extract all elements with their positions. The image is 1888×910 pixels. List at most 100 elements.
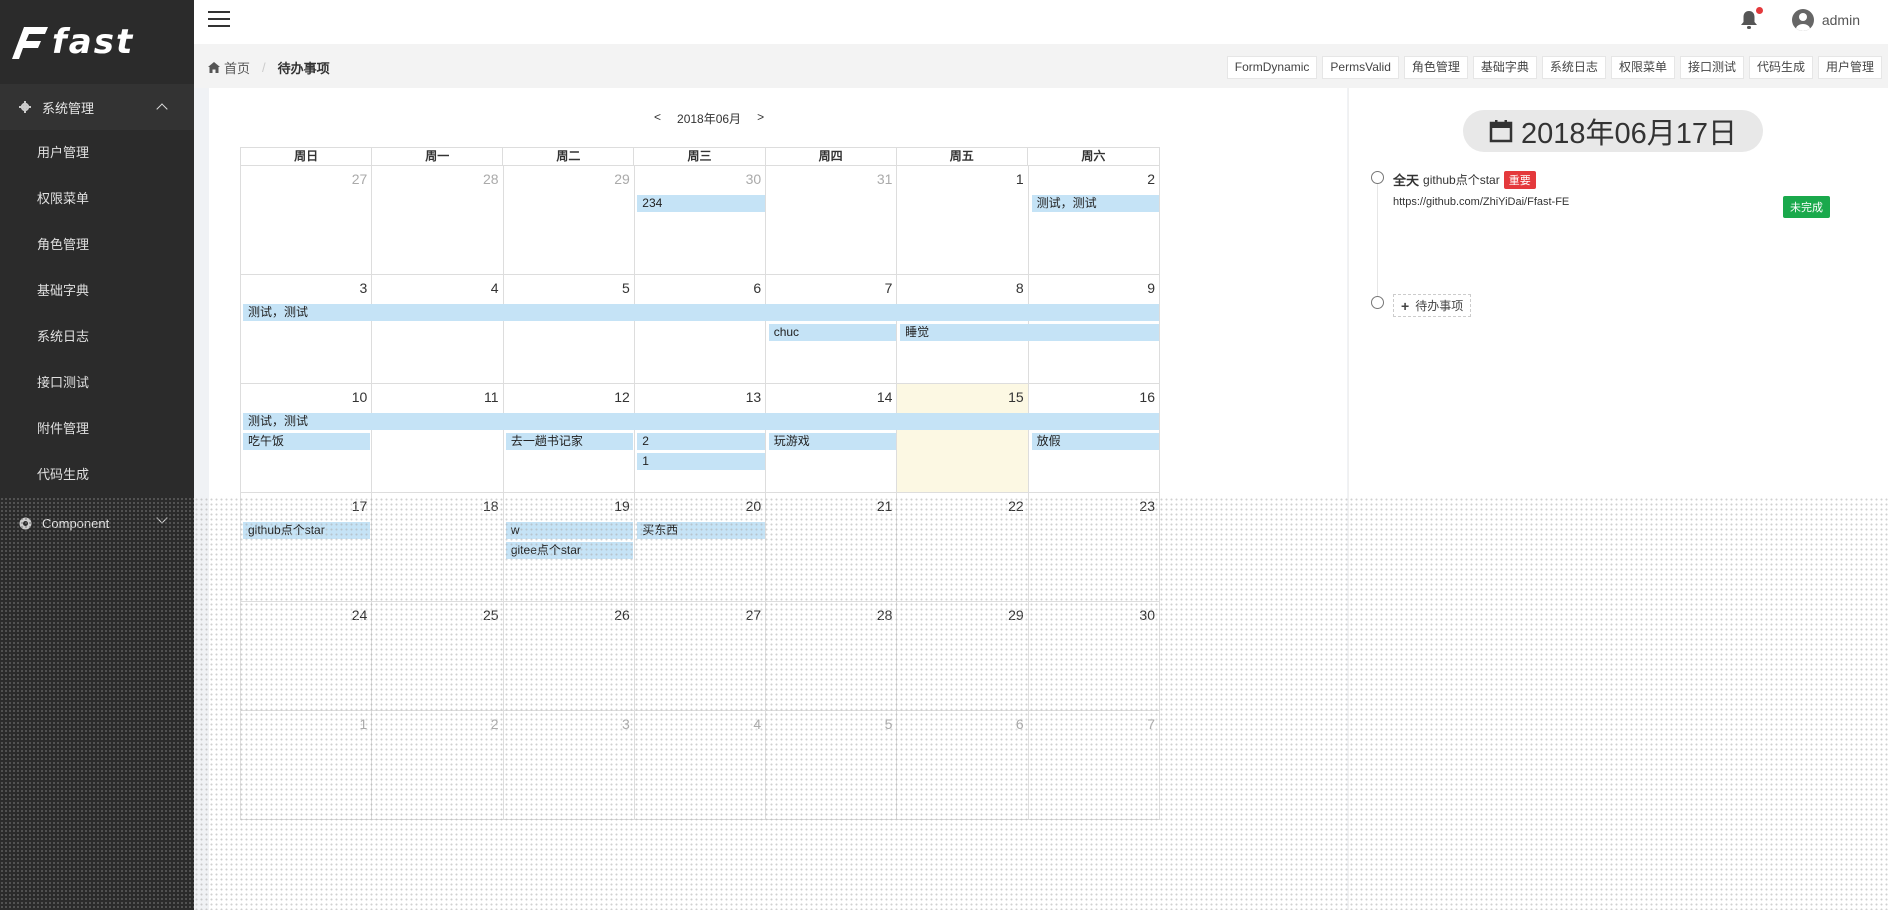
submenu-system: 用户管理 权限菜单 角色管理 基础字典 系统日志 接口测试 附件管理 代码生成: [0, 130, 194, 498]
home-icon: [208, 62, 220, 73]
month-nav: < 2018年06月 >: [646, 110, 772, 127]
breadcrumb-home[interactable]: 首页: [208, 58, 250, 77]
calendar-day[interactable]: 5: [504, 275, 635, 383]
logo[interactable]: fast: [0, 0, 194, 84]
calendar-day[interactable]: 5: [766, 711, 898, 819]
day-number: 7: [1147, 716, 1155, 732]
sidebar-item-api-test[interactable]: 接口测试: [0, 360, 194, 406]
todo-item[interactable]: 全天 github点个star 重要: [1393, 170, 1536, 189]
sidebar-item-roles[interactable]: 角色管理: [0, 222, 194, 268]
calendar-event[interactable]: 吃午饭: [243, 433, 371, 450]
calendar-day[interactable]: 2: [1029, 166, 1160, 274]
calendar-day[interactable]: 18: [372, 493, 504, 601]
calendar-day[interactable]: 3: [504, 711, 635, 819]
day-number: 6: [1015, 716, 1024, 732]
calendar-day[interactable]: 17: [241, 493, 373, 601]
notification-dot: [1756, 7, 1763, 14]
tab-roles[interactable]: 角色管理: [1403, 56, 1468, 79]
calendar-day[interactable]: 3: [241, 275, 373, 383]
todo-url[interactable]: https://github.com/ZhiYiDai/Ffast-FE: [1393, 196, 1569, 208]
calendar-event[interactable]: 测试，测试: [1031, 195, 1159, 212]
todo-title: github点个star: [1423, 173, 1500, 187]
calendar-day[interactable]: 6: [897, 711, 1029, 819]
menu-group-component[interactable]: Component: [0, 498, 194, 548]
calendar-day[interactable]: 28: [766, 602, 898, 710]
calendar-day[interactable]: 28: [372, 166, 504, 274]
calendar-event[interactable]: chuc: [768, 324, 897, 341]
calendar-event[interactable]: 睡觉: [900, 324, 1159, 341]
calendar-day[interactable]: 6: [635, 275, 767, 383]
menu-group-label: Component: [42, 515, 110, 531]
tab-dictionary[interactable]: 基础字典: [1472, 56, 1537, 79]
tab-api-test[interactable]: 接口测试: [1679, 56, 1744, 79]
sidebar: fast 系统管理 用户管理 权限菜单 角色管理 基础字典 系统日志 接口测试 …: [0, 0, 194, 910]
calendar-day[interactable]: 7: [1029, 711, 1160, 819]
calendar-day[interactable]: 11: [372, 384, 504, 492]
tab-permissions[interactable]: 权限菜单: [1610, 56, 1675, 79]
tab-codegen[interactable]: 代码生成: [1748, 56, 1813, 79]
calendar-day[interactable]: 2: [372, 711, 504, 819]
calendar-event[interactable]: 234: [637, 195, 765, 212]
calendar-event[interactable]: 1: [637, 453, 765, 470]
calendar-day[interactable]: 22: [897, 493, 1029, 601]
calendar-day[interactable]: 29: [897, 602, 1029, 710]
todo-allday: 全天: [1393, 173, 1420, 188]
sidebar-item-users[interactable]: 用户管理: [0, 130, 194, 176]
chevron-up-icon: [156, 103, 168, 115]
calendar-day[interactable]: 1: [897, 166, 1029, 274]
calendar-event[interactable]: 买东西: [637, 522, 765, 539]
calendar-day[interactable]: 23: [1029, 493, 1160, 601]
calendar-event[interactable]: 放假: [1031, 433, 1159, 450]
weekday-tue: 周二: [503, 148, 635, 165]
tab-perms-valid[interactable]: PermsValid: [1322, 56, 1399, 79]
calendar-event[interactable]: gitee点个star: [505, 542, 634, 559]
calendar-day[interactable]: 21: [766, 493, 898, 601]
tab-form-dynamic[interactable]: FormDynamic: [1226, 56, 1318, 79]
calendar-day[interactable]: 26: [504, 602, 635, 710]
calendar-event[interactable]: 玩游戏: [768, 433, 897, 450]
calendar-week: 1 2 3 4 5 6 7: [240, 711, 1160, 820]
calendar-day[interactable]: 25: [372, 602, 504, 710]
calendar-day[interactable]: 4: [635, 711, 767, 819]
breadcrumb-current: 待办事项: [277, 61, 330, 76]
menu-toggle-icon[interactable]: [208, 11, 230, 29]
sidebar-item-attachments[interactable]: 附件管理: [0, 406, 194, 452]
calendar-day-today[interactable]: 15: [897, 384, 1029, 492]
tab-users[interactable]: 用户管理: [1817, 56, 1882, 79]
calendar-event[interactable]: github点个star: [243, 522, 371, 539]
day-number: 29: [1008, 607, 1024, 623]
calendar-event[interactable]: 测试，测试: [243, 413, 1159, 430]
day-number: 28: [482, 171, 499, 187]
calendar-event[interactable]: 去一趟书记家: [505, 433, 634, 450]
calendar-day[interactable]: 31: [766, 166, 898, 274]
calendar-day[interactable]: 27: [241, 166, 373, 274]
sidebar-item-dictionary[interactable]: 基础字典: [0, 268, 194, 314]
menu-group-system[interactable]: 系统管理: [0, 84, 194, 130]
sidebar-item-codegen[interactable]: 代码生成: [0, 452, 194, 498]
status-button[interactable]: 未完成: [1783, 196, 1830, 218]
breadcrumb-separator: /: [262, 60, 266, 75]
calendar-day[interactable]: 29: [504, 166, 635, 274]
calendar-day[interactable]: 30: [1029, 602, 1160, 710]
timeline-line: [1377, 178, 1378, 304]
calendar-day[interactable]: 27: [635, 602, 767, 710]
calendar-day[interactable]: 1: [241, 711, 373, 819]
bell-icon[interactable]: [1740, 7, 1763, 32]
tab-logs[interactable]: 系统日志: [1541, 56, 1606, 79]
calendar-day[interactable]: 4: [372, 275, 504, 383]
calendar-event[interactable]: w: [505, 522, 634, 539]
calendar-event[interactable]: 2: [637, 433, 765, 450]
calendar-day[interactable]: 24: [241, 602, 373, 710]
calendar-day[interactable]: 20: [635, 493, 767, 601]
day-number: 11: [484, 389, 499, 405]
day-number: 3: [622, 716, 630, 732]
sidebar-item-logs[interactable]: 系统日志: [0, 314, 194, 360]
sidebar-item-permissions[interactable]: 权限菜单: [0, 176, 194, 222]
prev-month-button[interactable]: <: [654, 110, 661, 127]
user-menu[interactable]: admin: [1791, 9, 1860, 31]
gear-icon: [18, 100, 32, 114]
calendar-day[interactable]: 30: [635, 166, 767, 274]
next-month-button[interactable]: >: [757, 110, 764, 127]
calendar-event[interactable]: 测试，测试: [243, 304, 1159, 321]
add-todo-button[interactable]: + 待办事项: [1393, 294, 1472, 317]
